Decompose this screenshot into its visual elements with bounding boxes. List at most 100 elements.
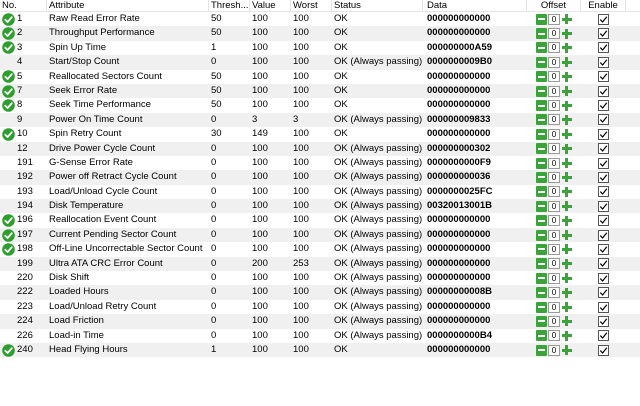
offset-decrement-button[interactable] [536, 287, 547, 299]
offset-value-field[interactable]: 0 [548, 13, 560, 25]
enable-checkbox[interactable] [598, 287, 609, 299]
offset-increment-button[interactable] [561, 287, 572, 298]
column-header-value[interactable]: Value [250, 0, 291, 11]
offset-value-field[interactable]: 0 [548, 258, 560, 270]
enable-checkbox[interactable] [598, 229, 609, 241]
offset-increment-button[interactable] [561, 316, 572, 327]
offset-decrement-button[interactable] [536, 200, 547, 212]
offset-increment-button[interactable] [561, 42, 572, 53]
enable-checkbox[interactable] [598, 330, 609, 342]
enable-checkbox[interactable] [598, 85, 609, 97]
offset-decrement-button[interactable] [536, 272, 547, 284]
table-row[interactable]: 224 Load Friction 0 100 100 OK (Always passin… [0, 314, 640, 329]
offset-decrement-button[interactable] [536, 114, 547, 126]
table-row[interactable]: 199 Ultra ATA CRC Error Count 0 200 253 OK (A… [0, 256, 640, 272]
offset-decrement-button[interactable] [536, 28, 547, 40]
offset-value-field[interactable]: 0 [548, 100, 560, 112]
column-header-threshold[interactable]: Thresh... [209, 0, 250, 11]
table-row[interactable]: 10 Spin Retry Count 30 149 100 OK 000000000000… [0, 127, 640, 141]
table-row[interactable]: 7 Seek Error Rate 50 100 100 OK 000000000000 0 [0, 83, 640, 99]
offset-value-field[interactable]: 0 [548, 330, 560, 342]
enable-checkbox[interactable] [598, 100, 609, 112]
offset-increment-button[interactable] [561, 215, 572, 226]
offset-value-field[interactable]: 0 [548, 128, 560, 140]
offset-value-field[interactable]: 0 [548, 301, 560, 313]
offset-increment-button[interactable] [561, 71, 572, 82]
offset-decrement-button[interactable] [536, 229, 547, 241]
enable-checkbox[interactable] [598, 344, 609, 356]
offset-increment-button[interactable] [561, 114, 572, 125]
offset-increment-button[interactable] [561, 230, 572, 241]
offset-increment-button[interactable] [561, 302, 572, 313]
offset-value-field[interactable]: 0 [548, 157, 560, 169]
offset-value-field[interactable]: 0 [548, 229, 560, 241]
enable-checkbox[interactable] [598, 42, 609, 54]
offset-increment-button[interactable] [561, 345, 572, 356]
offset-increment-button[interactable] [561, 100, 572, 111]
enable-checkbox[interactable] [598, 243, 609, 255]
table-row[interactable]: 192 Power off Retract Cycle Count 0 100 100 O… [0, 170, 640, 185]
offset-decrement-button[interactable] [536, 315, 547, 327]
offset-decrement-button[interactable] [536, 85, 547, 97]
table-row[interactable]: 197 Current Pending Sector Count 0 100 100 OK… [0, 227, 640, 243]
table-row[interactable]: 2 Throughput Performance 50 100 100 OK 0000000… [0, 26, 640, 41]
enable-checkbox[interactable] [598, 186, 609, 198]
enable-checkbox[interactable] [598, 13, 609, 25]
table-row[interactable]: 194 Disk Temperature 0 100 100 OK (Always pas… [0, 199, 640, 214]
enable-checkbox[interactable] [598, 114, 609, 126]
enable-checkbox[interactable] [598, 143, 609, 155]
offset-value-field[interactable]: 0 [548, 56, 560, 68]
enable-checkbox[interactable] [598, 171, 609, 183]
enable-checkbox[interactable] [598, 272, 609, 284]
offset-value-field[interactable]: 0 [548, 243, 560, 255]
table-row[interactable]: 223 Load/Unload Retry Count 0 100 100 OK (Alw… [0, 300, 640, 314]
offset-value-field[interactable]: 0 [548, 85, 560, 97]
table-row[interactable]: 220 Disk Shift 0 100 100 OK (Always passing) 0… [0, 271, 640, 285]
offset-increment-button[interactable] [561, 258, 572, 269]
offset-value-field[interactable]: 0 [548, 28, 560, 40]
offset-decrement-button[interactable] [536, 344, 547, 356]
offset-value-field[interactable]: 0 [548, 114, 560, 126]
enable-checkbox[interactable] [598, 258, 609, 270]
enable-checkbox[interactable] [598, 128, 609, 140]
offset-decrement-button[interactable] [536, 143, 547, 155]
table-row[interactable]: 4 Start/Stop Count 0 100 100 OK (Always passi… [0, 55, 640, 70]
column-header-data[interactable]: Data [423, 0, 527, 11]
offset-increment-button[interactable] [561, 172, 572, 183]
enable-checkbox[interactable] [598, 56, 609, 68]
offset-decrement-button[interactable] [536, 301, 547, 313]
table-row[interactable]: 5 Reallocated Sectors Count 50 100 100 OK 0000… [0, 70, 640, 84]
offset-decrement-button[interactable] [536, 13, 547, 25]
offset-increment-button[interactable] [561, 143, 572, 154]
offset-value-field[interactable]: 0 [548, 215, 560, 227]
offset-increment-button[interactable] [561, 186, 572, 197]
offset-value-field[interactable]: 0 [548, 42, 560, 54]
table-row[interactable]: 240 Head Flying Hours 1 100 100 OK 00000000000… [0, 342, 640, 358]
offset-decrement-button[interactable] [536, 71, 547, 83]
offset-increment-button[interactable] [561, 244, 572, 255]
enable-checkbox[interactable] [598, 157, 609, 169]
table-row[interactable]: 1 Raw Read Error Rate 50 100 100 OK 0000000000… [0, 12, 640, 26]
offset-increment-button[interactable] [561, 86, 572, 97]
column-header-enable[interactable]: Enable [581, 0, 626, 11]
offset-decrement-button[interactable] [536, 157, 547, 169]
table-row[interactable]: 196 Reallocation Event Count 0 100 100 OK (Al… [0, 213, 640, 227]
offset-decrement-button[interactable] [536, 100, 547, 112]
offset-decrement-button[interactable] [536, 171, 547, 183]
offset-increment-button[interactable] [561, 129, 572, 140]
offset-value-field[interactable]: 0 [548, 344, 560, 356]
column-header-no[interactable]: No. [0, 0, 47, 11]
offset-decrement-button[interactable] [536, 330, 547, 342]
enable-checkbox[interactable] [598, 200, 609, 212]
offset-value-field[interactable]: 0 [548, 315, 560, 327]
column-header-offset[interactable]: Offset [527, 0, 581, 11]
table-row[interactable]: 193 Load/Unload Cycle Count 0 100 100 OK (Alw… [0, 185, 640, 199]
table-row[interactable]: 3 Spin Up Time 1 100 100 OK 000000000A59 0 [0, 41, 640, 55]
table-row[interactable]: 191 G-Sense Error Rate 0 100 100 OK (Always p… [0, 156, 640, 170]
offset-decrement-button[interactable] [536, 215, 547, 227]
offset-decrement-button[interactable] [536, 243, 547, 255]
offset-value-field[interactable]: 0 [548, 171, 560, 183]
offset-increment-button[interactable] [561, 330, 572, 341]
table-row[interactable]: 222 Loaded Hours 0 100 100 OK (Always passing… [0, 285, 640, 300]
table-row[interactable]: 9 Power On Time Count 0 3 3 OK (Always passin… [0, 112, 640, 128]
